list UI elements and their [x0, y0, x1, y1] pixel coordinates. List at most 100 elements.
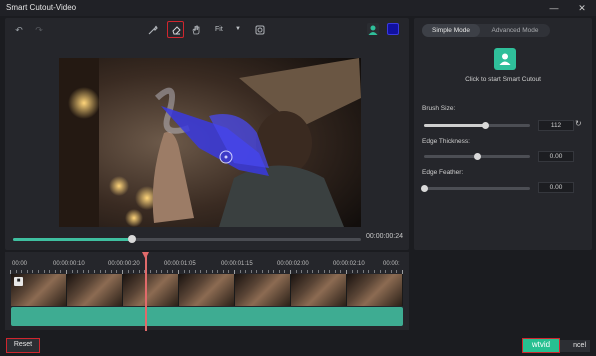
- ruler-tick: [351, 270, 353, 273]
- person-icon: [499, 53, 511, 65]
- brush-size-handle[interactable]: [482, 122, 489, 129]
- ruler-tick: [82, 270, 84, 273]
- ruler-tick: [105, 270, 107, 273]
- brush-size-label: Brush Size:: [422, 105, 456, 112]
- ruler-tick: [127, 270, 129, 273]
- ruler-tick: [116, 270, 118, 273]
- ruler-tick: [362, 270, 364, 273]
- ruler-tick: [222, 270, 224, 273]
- close-icon[interactable]: ✕: [575, 2, 589, 14]
- ruler-tick: [60, 270, 62, 273]
- brush-size-input[interactable]: 112: [538, 120, 574, 131]
- ruler-label: 00:00: [12, 261, 28, 267]
- ruler-tick: [166, 270, 168, 273]
- ruler-tick: [256, 270, 258, 273]
- ruler-tick: [385, 270, 387, 273]
- ruler-tick: [228, 270, 230, 273]
- ruler-tick: [239, 270, 241, 273]
- cancel-button[interactable]: ncel: [556, 340, 590, 352]
- ruler-tick: [38, 270, 39, 273]
- video-track[interactable]: [11, 274, 403, 306]
- ruler-tick: [88, 270, 90, 273]
- smart-cutout-button[interactable]: [494, 48, 516, 70]
- fit-select-value: Fit: [215, 26, 223, 33]
- undo-icon[interactable]: ↶: [12, 23, 26, 37]
- title-bar: Smart Cutout-Video — ✕: [0, 0, 596, 16]
- ruler-tick: [71, 270, 73, 273]
- edge-feather-handle[interactable]: [421, 185, 428, 192]
- ruler-tick: [161, 270, 163, 273]
- chevron-down-icon: ▼: [235, 26, 241, 32]
- playback-progress-handle[interactable]: [128, 235, 136, 243]
- ruler-tick: [49, 270, 51, 273]
- ruler-tick: [54, 270, 56, 273]
- ruler-tick: [206, 270, 207, 273]
- timeline-panel[interactable]: 00:00 00:00:00:10 00:00:00:20 00:00:01:0…: [5, 252, 409, 331]
- ruler-tick: [150, 270, 151, 273]
- fit-select[interactable]: Fit ▼: [212, 23, 242, 36]
- window-title: Smart Cutout-Video: [6, 3, 77, 12]
- reset-button[interactable]: Reset: [6, 338, 40, 353]
- ruler-tick: [390, 270, 392, 273]
- ruler-tick: [138, 270, 140, 273]
- edge-thickness-handle[interactable]: [474, 153, 481, 160]
- eraser-icon[interactable]: [167, 21, 184, 38]
- brush-size-slider[interactable]: [424, 122, 530, 129]
- mask-icon[interactable]: [253, 23, 267, 37]
- cutout-settings-panel: Simple Mode Advanced Mode Click to start…: [414, 18, 592, 250]
- edge-thickness-input[interactable]: 0.00: [538, 151, 574, 162]
- ruler-label: 00:00:01:05: [164, 261, 196, 267]
- ruler-tick: [43, 270, 45, 273]
- ruler-tick: [200, 270, 202, 273]
- video-thumbnail: [179, 274, 235, 306]
- ruler-tick: [26, 270, 28, 273]
- edge-thickness-slider[interactable]: [424, 153, 530, 160]
- reset-brush-icon[interactable]: ↻: [575, 119, 582, 128]
- ruler-tick: [110, 270, 112, 273]
- ruler-tick: [357, 270, 359, 273]
- ruler-label: 00:00:01:15: [221, 261, 253, 267]
- ok-button[interactable]: wtvid: [522, 338, 560, 353]
- minimize-icon[interactable]: —: [547, 2, 561, 14]
- video-thumbnail: [347, 274, 403, 306]
- playhead[interactable]: [145, 253, 147, 331]
- ruler-tick: [217, 270, 219, 273]
- ruler-tick: [396, 270, 398, 273]
- ruler-label: 00:00:02:00: [277, 261, 309, 267]
- ruler-tick: [323, 270, 325, 273]
- ruler-tick: [211, 270, 213, 273]
- video-thumbnail: [123, 274, 179, 306]
- ruler-tick: [273, 270, 275, 273]
- ruler-tick: [306, 270, 308, 273]
- ruler-tick: [318, 270, 319, 273]
- ruler-label: 00:00:00:20: [108, 261, 140, 267]
- edge-feather-slider[interactable]: [421, 185, 530, 192]
- ruler-tick: [99, 270, 101, 273]
- hand-icon[interactable]: [189, 23, 203, 37]
- ruler-tick: [262, 270, 263, 273]
- tab-simple-mode[interactable]: Simple Mode: [422, 24, 480, 37]
- mask-color-swatch[interactable]: [387, 23, 399, 35]
- ruler-tick: [278, 270, 280, 273]
- edge-thickness-label: Edge Thickness:: [422, 138, 470, 145]
- video-thumbnail: [235, 274, 291, 306]
- video-preview[interactable]: [59, 58, 361, 227]
- ruler-tick: [245, 270, 247, 273]
- ruler-tick: [183, 270, 185, 273]
- ruler-tick: [334, 270, 336, 273]
- brush-icon[interactable]: [146, 23, 160, 37]
- ruler-label: 00:00:00:10: [53, 261, 85, 267]
- ruler-tick: [340, 270, 342, 273]
- redo-icon[interactable]: ↷: [32, 23, 46, 37]
- video-thumbnail: [291, 274, 347, 306]
- ruler-tick: [267, 270, 269, 273]
- ruler-tick: [368, 270, 370, 273]
- ruler-tick: [32, 270, 34, 273]
- playback-progress[interactable]: [13, 235, 361, 243]
- tab-advanced-mode[interactable]: Advanced Mode: [482, 24, 548, 37]
- video-frame-image: [59, 58, 361, 227]
- person-preview-icon[interactable]: [367, 23, 379, 35]
- ruler-tick: [374, 270, 375, 273]
- mask-track[interactable]: [11, 307, 403, 326]
- edge-feather-input[interactable]: 0.00: [538, 182, 574, 193]
